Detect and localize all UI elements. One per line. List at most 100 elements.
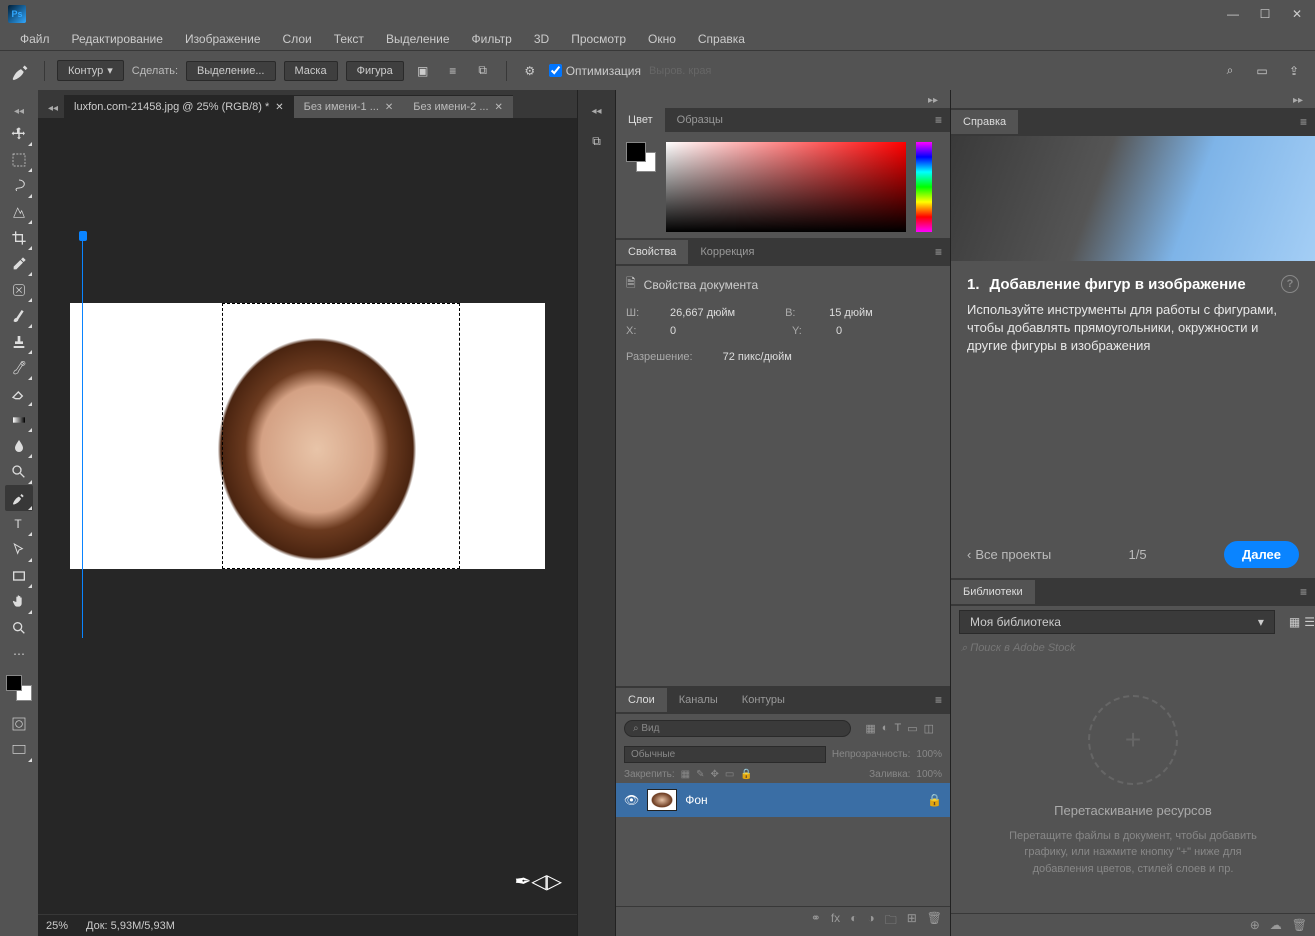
delete-layer-icon[interactable]: 🗑 xyxy=(927,911,942,932)
group-icon[interactable]: 🗀 xyxy=(885,911,897,932)
doc-tab-1[interactable]: Без имени-1 ...✕ xyxy=(294,95,404,118)
menu-image[interactable]: Изображение xyxy=(175,30,271,48)
opacity-value[interactable]: 100% xyxy=(916,749,942,760)
move-tool[interactable] xyxy=(5,121,33,147)
eyedropper-tool[interactable] xyxy=(5,251,33,277)
foreground-background-color[interactable] xyxy=(6,675,32,701)
dodge-tool[interactable] xyxy=(5,459,33,485)
add-library-icon[interactable]: ⊕ xyxy=(1250,918,1260,932)
path-op-combine-icon[interactable]: ▣ xyxy=(412,60,434,82)
gradient-tool[interactable] xyxy=(5,407,33,433)
path-mode-select[interactable]: Контур ▾ xyxy=(57,60,124,81)
filter-shape-icon[interactable]: ▭ xyxy=(907,722,917,735)
hue-slider[interactable] xyxy=(916,142,932,232)
crop-tool[interactable] xyxy=(5,225,33,251)
library-select[interactable]: Моя библиотека▾ xyxy=(959,610,1275,634)
stock-search-input[interactable]: ⌕ Поиск в Adobe Stock xyxy=(951,638,1315,659)
blend-mode-select[interactable]: Обычные xyxy=(624,746,826,763)
new-layer-icon[interactable]: ⊞ xyxy=(907,911,917,932)
tab-help[interactable]: Справка xyxy=(951,110,1018,134)
lock-paint-icon[interactable]: ✎ xyxy=(696,769,704,780)
fill-value[interactable]: 100% xyxy=(916,769,942,780)
pen-anchor-point[interactable] xyxy=(79,231,87,241)
filter-type-icon[interactable]: T xyxy=(894,722,901,735)
optimize-checkbox[interactable]: Оптимизация xyxy=(549,64,641,78)
minimize-button[interactable]: — xyxy=(1223,7,1243,21)
quick-select-tool[interactable] xyxy=(5,199,33,225)
toolbar-collapse[interactable]: ◂◂ xyxy=(8,102,30,121)
layer-thumbnail[interactable] xyxy=(647,789,677,811)
next-button[interactable]: Далее xyxy=(1224,541,1299,568)
filter-pixel-icon[interactable]: ▦ xyxy=(865,722,875,735)
tab-properties[interactable]: Свойства xyxy=(616,240,688,264)
menu-3d[interactable]: 3D xyxy=(524,30,559,48)
layer-fx-icon[interactable]: fx xyxy=(831,911,840,932)
tool-preset-icon[interactable] xyxy=(10,60,32,82)
link-layers-icon[interactable]: ⚭ xyxy=(811,911,821,932)
pen-tool[interactable] xyxy=(5,485,33,511)
close-icon[interactable]: ✕ xyxy=(275,102,283,113)
layer-filter-select[interactable]: Вид xyxy=(624,720,851,737)
history-panel-icon[interactable]: ⧉ xyxy=(585,129,609,153)
filter-smart-icon[interactable]: ◫ xyxy=(924,722,934,735)
menu-file[interactable]: Файл xyxy=(10,30,60,48)
quickmask-icon[interactable] xyxy=(5,711,33,737)
layer-mask-icon[interactable]: ◐ xyxy=(850,911,857,932)
canvas-viewport[interactable]: ✒◁▷ xyxy=(38,118,577,914)
edit-toolbar[interactable]: ⋯ xyxy=(5,641,33,667)
make-selection-button[interactable]: Выделение... xyxy=(186,61,275,81)
panel-menu-icon[interactable]: ≡ xyxy=(927,113,950,127)
path-select-tool[interactable] xyxy=(5,537,33,563)
make-shape-button[interactable]: Фигура xyxy=(346,61,404,81)
filter-adjust-icon[interactable]: ◐ xyxy=(882,722,889,735)
tab-swatches[interactable]: Образцы xyxy=(665,108,735,132)
all-projects-link[interactable]: ‹ Все проекты xyxy=(967,547,1051,562)
tab-adjustments[interactable]: Коррекция xyxy=(688,240,766,264)
layer-row[interactable]: 👁 Фон 🔒 xyxy=(616,783,950,817)
path-arrange-icon[interactable]: ⧉ xyxy=(472,60,494,82)
menu-help[interactable]: Справка xyxy=(688,30,755,48)
marquee-tool[interactable] xyxy=(5,147,33,173)
menu-filter[interactable]: Фильтр xyxy=(462,30,522,48)
eraser-tool[interactable] xyxy=(5,381,33,407)
lock-artboard-icon[interactable]: ▭ xyxy=(725,769,734,780)
add-asset-icon[interactable]: + xyxy=(1088,695,1178,785)
menu-view[interactable]: Просмотр xyxy=(561,30,636,48)
hand-tool[interactable] xyxy=(5,589,33,615)
lasso-tool[interactable] xyxy=(5,173,33,199)
gear-icon[interactable]: ⚙ xyxy=(519,60,541,82)
adjustment-layer-icon[interactable]: ◑ xyxy=(867,911,874,932)
history-brush-tool[interactable] xyxy=(5,355,33,381)
type-tool[interactable]: T xyxy=(5,511,33,537)
tab-paths[interactable]: Контуры xyxy=(730,688,797,712)
menu-text[interactable]: Текст xyxy=(324,30,374,48)
make-mask-button[interactable]: Маска xyxy=(284,61,338,81)
grid-view-icon[interactable]: ▦ xyxy=(1289,615,1300,629)
zoom-level[interactable]: 25% xyxy=(46,920,68,932)
panel-menu-icon[interactable]: ≡ xyxy=(927,693,950,707)
lock-all-icon[interactable]: 🔒 xyxy=(740,769,752,780)
cc-sync-icon[interactable]: ☁ xyxy=(1270,918,1282,932)
heal-tool[interactable] xyxy=(5,277,33,303)
tab-layers[interactable]: Слои xyxy=(616,688,667,712)
shape-tool[interactable] xyxy=(5,563,33,589)
maximize-button[interactable]: ☐ xyxy=(1255,7,1275,21)
screenmode-icon[interactable] xyxy=(5,737,33,763)
color-field[interactable] xyxy=(666,142,906,232)
blur-tool[interactable] xyxy=(5,433,33,459)
layer-name[interactable]: Фон xyxy=(685,793,707,807)
menu-edit[interactable]: Редактирование xyxy=(62,30,173,48)
lock-icon[interactable]: 🔒 xyxy=(927,793,942,807)
color-swatch[interactable] xyxy=(626,142,656,172)
menu-layers[interactable]: Слои xyxy=(273,30,322,48)
doc-tab-0[interactable]: luxfon.com-21458.jpg @ 25% (RGB/8) *✕ xyxy=(64,95,294,118)
menu-window[interactable]: Окно xyxy=(638,30,686,48)
share-icon[interactable]: ⇪ xyxy=(1283,60,1305,82)
panel-menu-icon[interactable]: ≡ xyxy=(1292,115,1315,129)
close-icon[interactable]: ✕ xyxy=(495,102,503,113)
library-drop-zone[interactable]: + Перетаскивание ресурсов Перетащите фай… xyxy=(951,659,1315,913)
close-icon[interactable]: ✕ xyxy=(385,102,393,113)
menu-select[interactable]: Выделение xyxy=(376,30,460,48)
close-button[interactable]: ✕ xyxy=(1287,7,1307,21)
visibility-icon[interactable]: 👁 xyxy=(624,793,639,807)
